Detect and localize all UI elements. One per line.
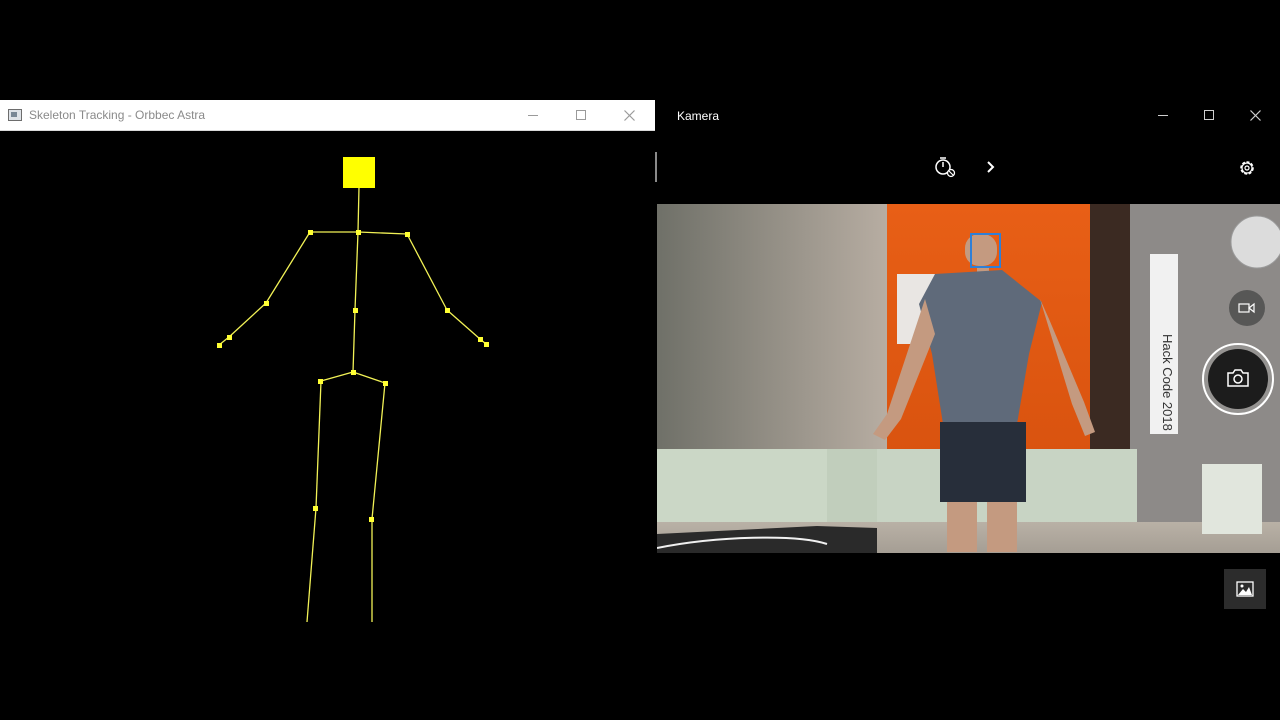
maximize-button[interactable] xyxy=(558,100,604,130)
app-icon xyxy=(8,109,22,121)
video-camera-icon xyxy=(1238,302,1255,314)
camera-feed: Hack Code 2018 xyxy=(657,204,1280,553)
skeleton-window-title: Skeleton Tracking - Orbbec Astra xyxy=(29,108,206,122)
camera-window: Kamera Hack Code 2018 xyxy=(655,100,1280,622)
skeleton-canvas xyxy=(217,157,489,622)
skeleton-tracking-window: Skeleton Tracking - Orbbec Astra xyxy=(0,100,655,622)
take-photo-button[interactable] xyxy=(1202,343,1274,415)
camera-viewfinder[interactable]: Hack Code 2018 xyxy=(657,204,1280,553)
window-resize-handle[interactable] xyxy=(655,152,657,182)
chevron-right-icon xyxy=(987,161,995,173)
close-icon xyxy=(624,110,635,121)
minimize-button[interactable] xyxy=(510,100,556,130)
skeleton-joints xyxy=(217,230,489,522)
close-button[interactable] xyxy=(606,100,652,130)
photo-timer-button[interactable] xyxy=(930,152,960,182)
camera-icon xyxy=(1227,369,1249,387)
camera-window-title: Kamera xyxy=(677,109,720,123)
camera-minimize-button[interactable] xyxy=(1140,100,1186,130)
camera-close-button[interactable] xyxy=(1232,100,1278,130)
svg-text:Hack Code 2018: Hack Code 2018 xyxy=(1160,334,1175,431)
camera-maximize-button[interactable] xyxy=(1186,100,1232,130)
more-options-button[interactable] xyxy=(980,155,1002,179)
gear-icon xyxy=(1240,161,1254,175)
skeleton-head xyxy=(343,157,375,188)
photo-gallery-button[interactable] xyxy=(1224,569,1266,609)
skeleton-title-bar[interactable]: Skeleton Tracking - Orbbec Astra xyxy=(0,100,655,131)
close-icon xyxy=(1250,110,1261,121)
timer-icon xyxy=(935,157,956,178)
video-mode-button[interactable] xyxy=(1229,290,1265,326)
skeleton-bones xyxy=(218,186,487,622)
photo-gallery-icon xyxy=(1236,581,1254,597)
camera-settings-button[interactable] xyxy=(1233,154,1261,182)
